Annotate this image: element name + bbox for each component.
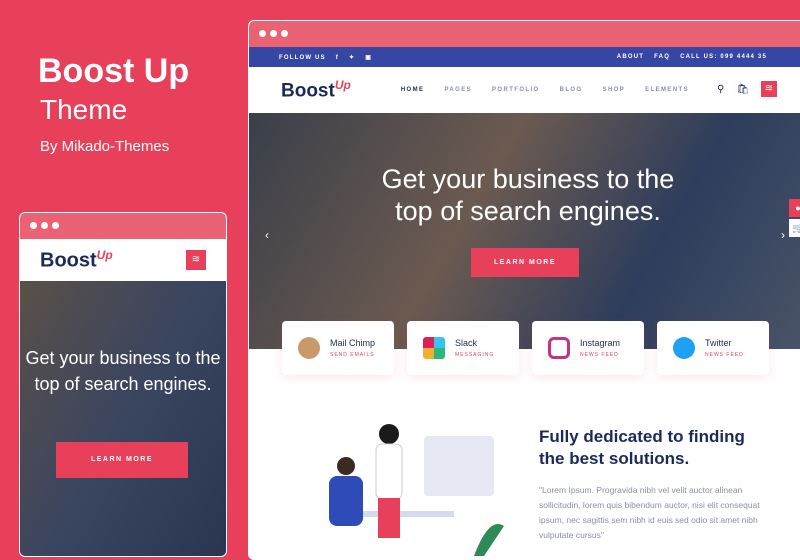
slack-icon [423,337,445,359]
promo-title: Boost Up [38,52,190,90]
window-titlebar [249,21,800,47]
logo-text: Boost [40,249,97,272]
team-illustration [329,424,504,556]
logo-mark: Up [96,247,113,262]
side-badge-icon[interactable]: ● [789,199,800,217]
nav-shop[interactable]: SHOP [603,87,626,93]
card-mailchimp[interactable]: Mail Chimp SEND EMAILS [282,321,394,375]
card-sub: SEND EMAILS [330,352,375,358]
section-text: "Lorem Ipsum. Progravida nibh vel velit … [539,485,760,540]
logo[interactable]: BoostUp [281,78,351,102]
facebook-icon[interactable]: f [336,55,339,61]
mobile-hero: Get your business to the top of search e… [20,281,226,556]
logo[interactable]: BoostUp [40,248,113,273]
top-bar: FOLLOW US f ✦ ▣ ABOUT FAQ CALL US: 099 4444 3… [249,47,800,67]
search-icon[interactable]: ⚲ [717,84,724,95]
menu-icon[interactable]: ≋ [186,250,206,270]
nav-blog[interactable]: BLOG [560,87,583,93]
desktop-preview-window: FOLLOW US f ✦ ▣ ABOUT FAQ CALL US: 099 4444 3… [248,20,800,560]
card-title: Slack [455,338,478,348]
follow-label: FOLLOW US [279,54,326,61]
mailchimp-icon [298,337,320,359]
logo-mark: Up [334,77,351,92]
hero-heading: Get your business to the top of search en… [381,164,675,226]
twitter-icon [673,337,695,359]
cart-icon[interactable]: 🛍 [736,84,749,95]
card-instagram[interactable]: Instagram NEWS FEED [532,321,644,375]
window-dots [259,30,288,37]
next-arrow-icon[interactable]: › [781,228,785,242]
window-titlebar [20,213,226,239]
faq-link[interactable]: FAQ [654,54,670,60]
promo-author: By Mikado-Themes [40,138,170,155]
card-sub: NEWS FEED [705,352,744,358]
instagram-icon [548,337,570,359]
promo-subtitle: Theme [40,94,128,125]
card-title: Mail Chimp [330,338,376,348]
card-sub: NEWS FEED [580,352,619,358]
prev-arrow-icon[interactable]: ‹ [265,228,269,242]
card-sub: MESSAGING [455,352,495,358]
hero-slider: Get your business to the top of search en… [249,113,800,349]
twitter-icon[interactable]: ✦ [349,55,355,61]
about-link[interactable]: ABOUT [617,54,644,60]
logo-text: Boost [281,80,335,102]
side-cart-icon[interactable]: 🛒 [789,219,800,237]
call-us: CALL US: 099 4444 35 [680,54,767,60]
section-heading: Fully dedicated to finding the best solu… [539,427,745,468]
window-dots [30,222,59,229]
learn-more-button[interactable]: LEARN MORE [56,442,188,478]
menu-icon[interactable]: ≋ [761,81,777,97]
card-title: Twitter [705,338,732,348]
card-slack[interactable]: Slack MESSAGING [407,321,519,375]
nav-pages[interactable]: PAGES [444,87,472,93]
card-title: Instagram [580,338,621,348]
nav-portfolio[interactable]: PORTFOLIO [492,87,540,93]
nav-home[interactable]: HOME [401,87,425,93]
hero-heading: Get your business to the top of search e… [25,348,221,394]
mobile-preview-window: BoostUp ≋ Get your business to the top o… [19,212,227,557]
mobile-nav: BoostUp ≋ [20,239,226,281]
instagram-icon[interactable]: ▣ [365,55,372,61]
card-twitter[interactable]: Twitter NEWS FEED [657,321,769,375]
learn-more-button[interactable]: LEARN MORE [471,248,579,277]
main-nav: BoostUp HOME PAGES PORTFOLIO BLOG SHOP E… [249,67,800,113]
nav-elements[interactable]: ELEMENTS [645,87,689,93]
